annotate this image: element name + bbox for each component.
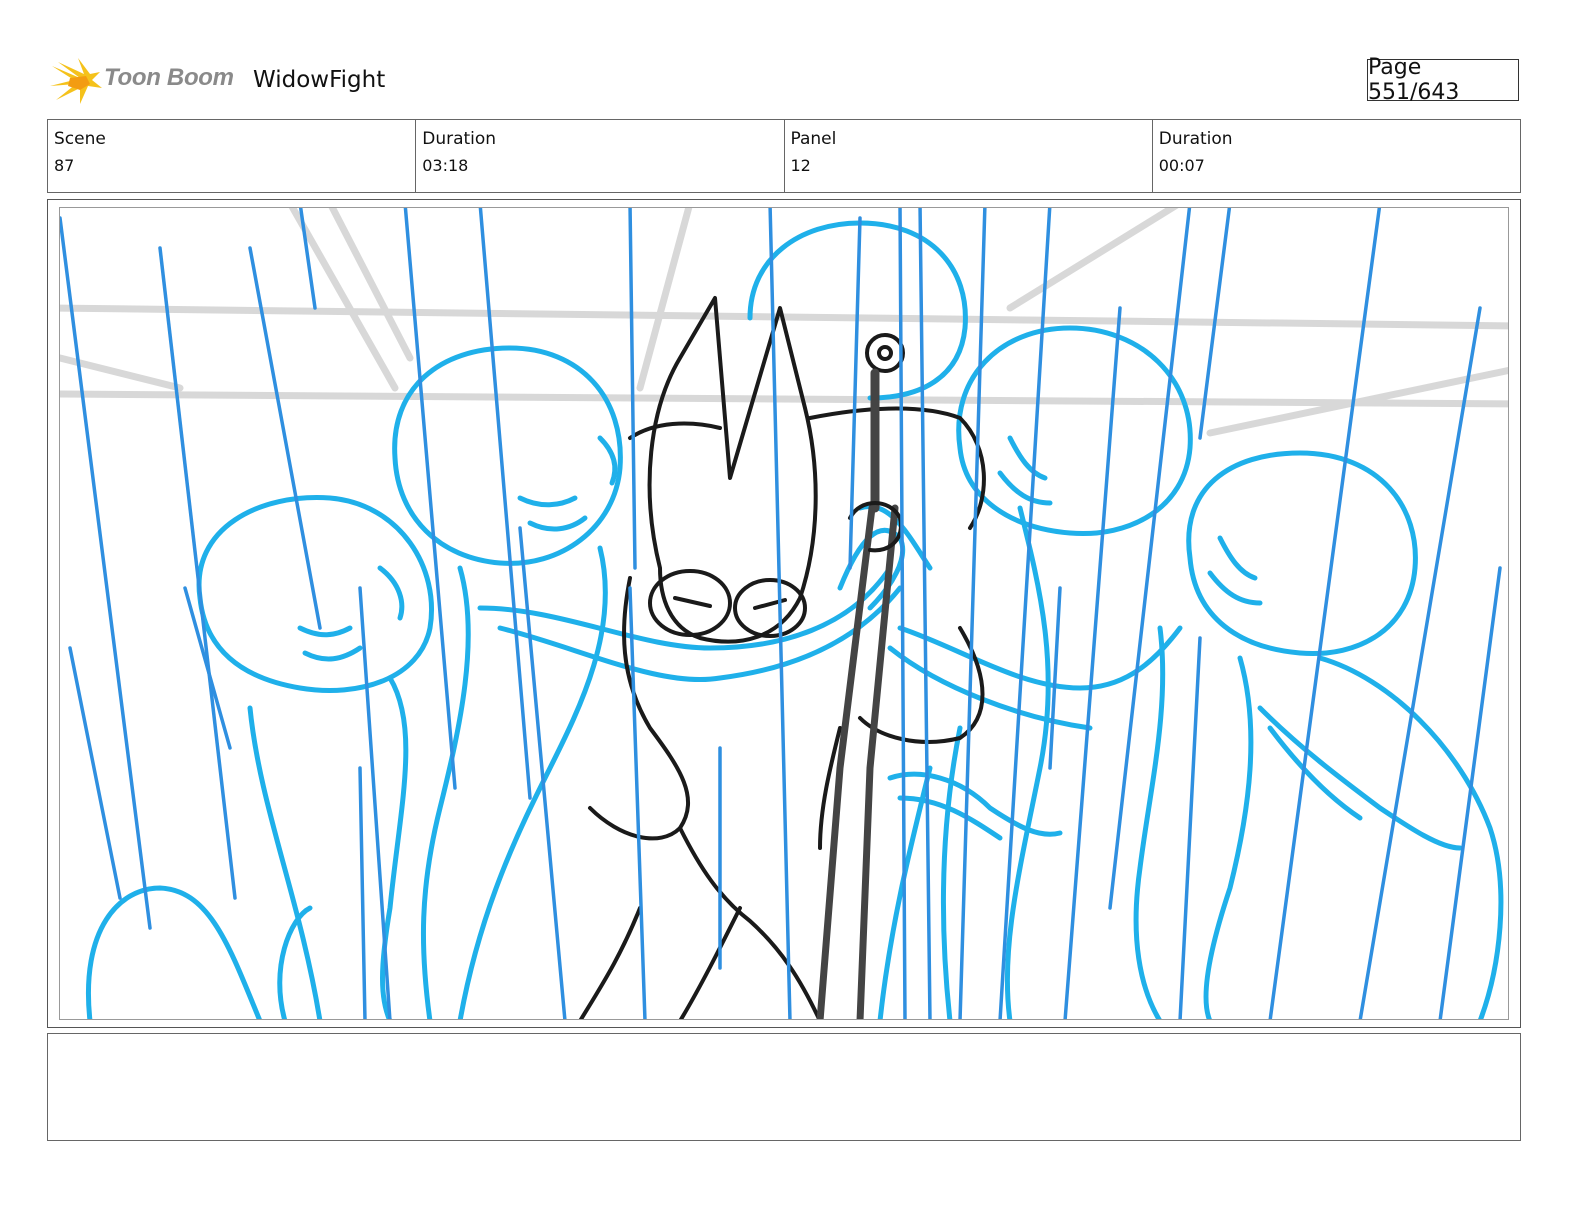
- panel-label: Panel: [790, 129, 837, 149]
- panel-value: 12: [790, 156, 811, 175]
- scene-cell: Scene 87: [48, 120, 417, 192]
- panel-notes-box: [47, 1033, 1521, 1141]
- panel-duration-value: 00:07: [1158, 156, 1205, 175]
- scene-label: Scene: [54, 129, 106, 149]
- scene-duration-value: 03:18: [422, 156, 469, 175]
- page-indicator: Page 551/643: [1367, 55, 1519, 105]
- storyboard-panel-frame: [47, 199, 1521, 1028]
- scene-value: 87: [54, 156, 75, 175]
- crowd-figures-sketch: [86, 220, 1504, 1019]
- panel-cell: Panel 12: [785, 120, 1153, 192]
- scene-duration-label: Duration: [422, 129, 497, 149]
- logo-wordmark: Toon Boom: [104, 64, 234, 91]
- panel-duration-cell: Duration 00:07: [1153, 120, 1520, 192]
- rain-lines: [60, 208, 1502, 1019]
- scene-duration-cell: Duration 03:18: [416, 120, 785, 192]
- project-title: WidowFight: [253, 67, 386, 93]
- storyboard-sketch: [60, 208, 1508, 1019]
- panel-info-table: Scene 87 Duration 03:18 Panel 12 Duratio…: [47, 119, 1521, 193]
- sun-burst-icon: [50, 58, 102, 104]
- panel-duration-label: Duration: [1158, 129, 1233, 149]
- storyboard-drawing-area: [59, 207, 1509, 1020]
